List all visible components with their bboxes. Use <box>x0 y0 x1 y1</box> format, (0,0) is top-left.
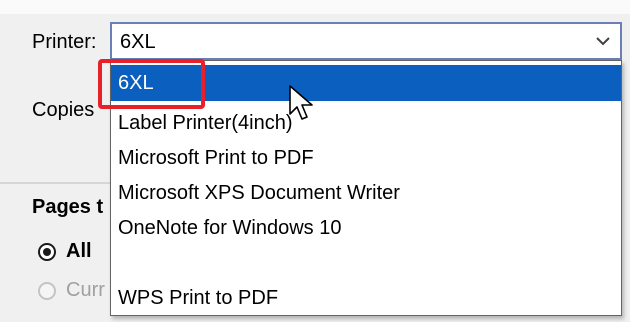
print-dialog: Printer: Copies Pages t All Curr 6XL 6XL… <box>0 0 630 322</box>
section-divider <box>0 182 112 184</box>
mouse-cursor-icon <box>289 85 313 120</box>
printer-dropdown-list: 6XL Label Printer(4inch) Microsoft Print… <box>110 60 622 316</box>
dropdown-option-onenote[interactable]: OneNote for Windows 10 <box>111 210 621 246</box>
dropdown-option-6xl[interactable]: 6XL <box>111 65 621 101</box>
radio-all[interactable] <box>38 243 56 261</box>
dropdown-option-microsoft-print-to-pdf[interactable]: Microsoft Print to PDF <box>111 140 621 176</box>
dropdown-option-label-printer[interactable]: Label Printer(4inch) <box>111 105 621 141</box>
dropdown-option-wps-print-to-pdf[interactable]: WPS Print to PDF <box>111 280 621 316</box>
top-strip <box>0 0 630 14</box>
radio-all-label[interactable]: All <box>66 240 92 263</box>
pages-section-label: Pages t <box>32 196 104 218</box>
printer-label: Printer: <box>32 31 97 53</box>
chevron-down-icon[interactable] <box>588 26 618 56</box>
copies-label: Copies <box>32 99 95 121</box>
dropdown-option-microsoft-xps-writer[interactable]: Microsoft XPS Document Writer <box>111 175 621 211</box>
printer-select-value: 6XL <box>120 31 156 53</box>
radio-current-page-label[interactable]: Curr <box>66 279 105 302</box>
radio-current-page[interactable] <box>38 282 56 300</box>
printer-select[interactable]: 6XL <box>110 22 622 60</box>
